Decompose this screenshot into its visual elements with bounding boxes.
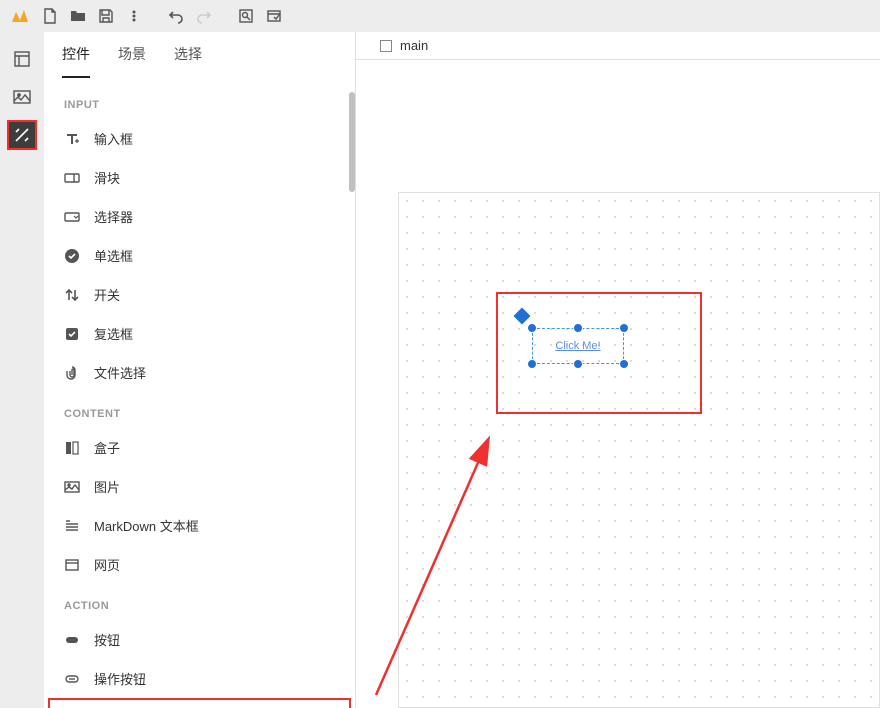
widget-label: 盒子 xyxy=(94,438,120,457)
widget-checkbox[interactable]: 复选框 xyxy=(44,314,355,353)
widget-file[interactable]: 文件选择 xyxy=(44,353,355,392)
widget-label: 操作按钮 xyxy=(94,669,146,688)
new-file-button[interactable] xyxy=(36,2,64,30)
widget-label: 复选框 xyxy=(94,324,133,343)
canvas-body[interactable]: Click Me! xyxy=(356,60,880,708)
widget-label: 开关 xyxy=(94,285,120,304)
tab-select[interactable]: 选择 xyxy=(174,44,202,78)
radio-icon xyxy=(64,248,80,264)
open-file-button[interactable] xyxy=(64,2,92,30)
media-rail-item[interactable] xyxy=(7,82,37,112)
widget-image[interactable]: 图片 xyxy=(44,467,355,506)
tools-rail-item[interactable] xyxy=(7,120,37,150)
widget-action-button[interactable]: 操作按钮 xyxy=(44,659,355,698)
widget-switch[interactable]: 开关 xyxy=(44,275,355,314)
widget-label: 单选框 xyxy=(94,246,133,265)
widget-button[interactable]: 按钮 xyxy=(44,620,355,659)
preview-button[interactable] xyxy=(232,2,260,30)
layout-rail-item[interactable] xyxy=(7,44,37,74)
section-header-action: ACTION xyxy=(44,584,355,620)
main-layout: 控件 场景 选择 INPUT 输入框 滑块 选择器 单选框 开关 复选框 文件选… xyxy=(0,32,880,708)
hyperlink-node[interactable]: Click Me! xyxy=(532,328,624,364)
action-btn-icon xyxy=(64,671,80,687)
widget-markdown[interactable]: MarkDown 文本框 xyxy=(44,506,355,545)
panel-scroll[interactable]: INPUT 输入框 滑块 选择器 单选框 开关 复选框 文件选择 CONTENT… xyxy=(44,79,355,708)
side-panel: 控件 场景 选择 INPUT 输入框 滑块 选择器 单选框 开关 复选框 文件选… xyxy=(44,32,356,708)
panel-tabs: 控件 场景 选择 xyxy=(44,32,355,79)
file-icon xyxy=(64,365,80,381)
tab-frame-icon xyxy=(380,40,392,52)
widget-radio[interactable]: 单选框 xyxy=(44,236,355,275)
tab-scenes[interactable]: 场景 xyxy=(118,44,146,78)
widget-box[interactable]: 盒子 xyxy=(44,428,355,467)
widget-text-input[interactable]: 输入框 xyxy=(44,119,355,158)
widget-label: MarkDown 文本框 xyxy=(94,516,199,535)
markdown-icon xyxy=(64,518,80,534)
undo-button[interactable] xyxy=(162,2,190,30)
button-icon xyxy=(64,632,80,648)
widget-slider[interactable]: 滑块 xyxy=(44,158,355,197)
widget-webpage[interactable]: 网页 xyxy=(44,545,355,584)
form-button[interactable] xyxy=(260,2,288,30)
checkbox-icon xyxy=(64,326,80,342)
widget-label: 输入框 xyxy=(94,129,133,148)
box-icon xyxy=(64,440,80,456)
artboard[interactable] xyxy=(398,192,880,708)
widget-label: 选择器 xyxy=(94,207,133,226)
scrollbar-thumb[interactable] xyxy=(349,92,355,192)
section-header-content: CONTENT xyxy=(44,392,355,428)
top-toolbar xyxy=(0,0,880,32)
save-button[interactable] xyxy=(92,2,120,30)
dropdown-icon xyxy=(64,209,80,225)
left-rail xyxy=(0,32,44,708)
widget-label: 按钮 xyxy=(94,630,120,649)
canvas-tabs: main xyxy=(356,32,880,60)
canvas-tab-label: main xyxy=(400,38,428,53)
widget-label: 网页 xyxy=(94,555,120,574)
widget-label: 滑块 xyxy=(94,168,120,187)
image-icon xyxy=(64,479,80,495)
more-button[interactable] xyxy=(120,2,148,30)
widget-dropdown[interactable]: 选择器 xyxy=(44,197,355,236)
tab-widgets[interactable]: 控件 xyxy=(62,44,90,78)
redo-button[interactable] xyxy=(190,2,218,30)
switch-icon xyxy=(64,287,80,303)
canvas-tab-main[interactable]: main xyxy=(366,38,442,53)
slider-icon xyxy=(64,170,80,186)
hyperlink-text: Click Me! xyxy=(532,328,624,364)
section-header-input: INPUT xyxy=(44,83,355,119)
widget-label: 图片 xyxy=(94,477,120,496)
widget-label: 文件选择 xyxy=(94,363,146,382)
text-input-icon xyxy=(64,131,80,147)
canvas-area: main Click Me! xyxy=(356,32,880,708)
widget-hyperlink[interactable]: 超链接 xyxy=(48,698,351,708)
app-logo xyxy=(8,4,32,28)
webpage-icon xyxy=(64,557,80,573)
